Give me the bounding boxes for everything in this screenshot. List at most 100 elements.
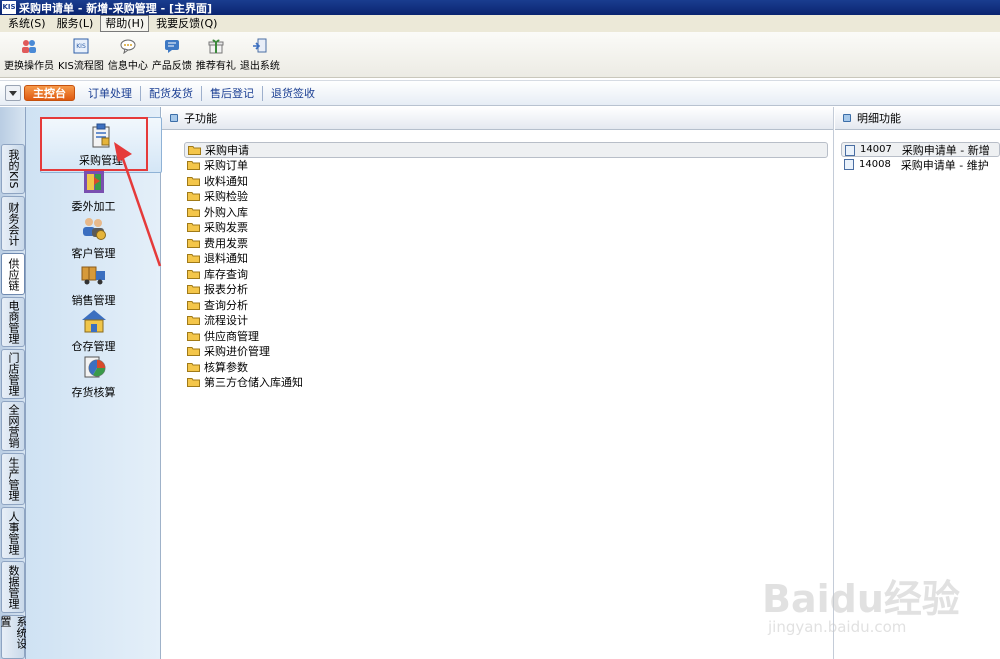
folder-icon — [187, 316, 200, 326]
folder-icon — [187, 207, 200, 217]
subfunction-label: 采购进价管理 — [204, 345, 270, 359]
vtab-label: 人事管理 — [7, 511, 20, 555]
module-panel: 采购管理 委外加工 客户管理 销售管理 仓存管理 存货核算 — [26, 107, 162, 659]
vtab-label: 门店管理 — [7, 352, 20, 396]
subfunction-label: 采购发票 — [204, 221, 248, 235]
exit-system-button[interactable]: 退出系统 — [240, 38, 280, 72]
subfunction-item[interactable]: 收料通知 — [184, 173, 828, 189]
vtab-store[interactable]: 门店管理 — [1, 349, 25, 399]
vtab-label: 全网营销 — [7, 404, 20, 448]
module-outsourcing[interactable]: 委外加工 — [26, 167, 161, 214]
detail-function-panel: 明细功能 14007 采购申请单 - 新增 14008 采购申请单 - 维护 — [835, 107, 1000, 659]
nav-dropdown-button[interactable] — [5, 85, 21, 101]
subfunction-item[interactable]: 报表分析 — [184, 282, 828, 298]
subfunction-title: 子功能 — [184, 112, 217, 125]
subfunction-item[interactable]: 采购订单 — [184, 158, 828, 174]
folder-icon — [187, 362, 200, 372]
document-icon — [844, 159, 854, 170]
folder-icon — [187, 238, 200, 248]
subfunction-item[interactable]: 库存查询 — [184, 266, 828, 282]
tab-after-sales[interactable]: 售后登记 — [202, 85, 263, 101]
vertical-tab-bar: 我的KIS 财务会计 供应链 电商管理 门店管理 全网营销 生产管理 人事管理 … — [0, 107, 28, 659]
vtab-settings[interactable]: 系统设置 — [0, 615, 28, 659]
toolbar-label: 更换操作员 — [4, 61, 54, 72]
vtab-production[interactable]: 生产管理 — [1, 453, 25, 505]
detail-item[interactable]: 14007 采购申请单 - 新增 — [841, 142, 1000, 157]
subfunction-item[interactable]: 供应商管理 — [184, 328, 828, 344]
info-center-button[interactable]: 信息中心 — [108, 38, 148, 72]
product-feedback-button[interactable]: 产品反馈 — [152, 38, 192, 72]
subfunction-label: 采购检验 — [204, 190, 248, 204]
folder-icon — [187, 254, 200, 264]
tab-return-signoff[interactable]: 退货签收 — [263, 86, 323, 101]
recommend-gift-button[interactable]: 推荐有礼 — [196, 38, 236, 72]
subfunction-item[interactable]: 退料通知 — [184, 251, 828, 267]
vtab-label: 供应链 — [7, 257, 20, 291]
subfunction-item[interactable]: 第三方仓储入库通知 — [184, 375, 828, 391]
detail-item[interactable]: 14008 采购申请单 - 维护 — [841, 157, 1000, 172]
module-warehouse-management[interactable]: 仓存管理 — [26, 307, 161, 354]
module-sales-management[interactable]: 销售管理 — [26, 261, 161, 308]
kis-logo-icon: KIS — [2, 1, 16, 14]
subfunction-item[interactable]: 费用发票 — [184, 235, 828, 251]
subfunction-item[interactable]: 查询分析 — [184, 297, 828, 313]
menu-system[interactable]: 系统(S) — [4, 16, 50, 31]
module-label: 客户管理 — [71, 247, 116, 260]
subfunction-item[interactable]: 采购检验 — [184, 189, 828, 205]
chevron-down-icon — [9, 90, 17, 96]
subfunction-label: 采购申请 — [205, 143, 249, 157]
subfunction-item[interactable]: 核算参数 — [184, 359, 828, 375]
vtab-hr[interactable]: 人事管理 — [1, 507, 25, 559]
subfunction-item[interactable]: 采购申请 — [184, 142, 828, 158]
vtab-ecommerce[interactable]: 电商管理 — [1, 297, 25, 347]
vtab-data[interactable]: 数据管理 — [1, 561, 25, 613]
vtab-label: 电商管理 — [7, 300, 20, 344]
subfunction-item[interactable]: 外购入库 — [184, 204, 828, 220]
tab-order-processing[interactable]: 订单处理 — [80, 85, 141, 101]
menu-service[interactable]: 服务(L) — [53, 16, 98, 31]
document-icon — [845, 145, 855, 156]
warehouse-icon — [81, 310, 106, 333]
detail-code: 14008 — [859, 159, 891, 170]
toolbar-label: 推荐有礼 — [195, 61, 236, 72]
subfunction-label: 费用发票 — [204, 236, 248, 250]
module-customer-management[interactable]: 客户管理 — [26, 214, 161, 261]
change-operator-button[interactable]: 更换操作员 — [4, 38, 54, 72]
toolbar-label: 产品反馈 — [151, 61, 192, 72]
folder-icon — [187, 331, 200, 341]
folder-icon — [187, 176, 200, 186]
vtab-my-kis[interactable]: 我的KIS — [1, 144, 25, 194]
vtab-label: 生产管理 — [7, 457, 20, 501]
vtab-finance[interactable]: 财务会计 — [1, 196, 25, 251]
flowchart-icon: KIS — [73, 38, 89, 54]
module-inventory-accounting[interactable]: 存货核算 — [26, 353, 161, 400]
detail-name: 采购申请单 - 新增 — [901, 143, 990, 157]
subfunction-item[interactable]: 流程设计 — [184, 313, 828, 329]
tab-home-console[interactable]: 主控台 — [24, 85, 75, 101]
vtab-marketing[interactable]: 全网营销 — [1, 401, 25, 451]
title-bar: KIS 采购申请单 - 新增-采购管理 - [主界面] — [0, 0, 1000, 15]
exit-icon — [252, 38, 267, 53]
tab-distribution-shipping[interactable]: 配货发货 — [141, 85, 202, 101]
toolbar-label: KIS流程图 — [58, 61, 104, 72]
panel-bullet-icon — [170, 114, 178, 122]
subfunction-label: 采购订单 — [204, 159, 248, 173]
flowchart-button[interactable]: KIS KIS流程图 — [58, 38, 104, 72]
nav-tabs-row: 主控台 订单处理 配货发货 售后登记 退货签收 — [0, 80, 1000, 106]
menu-feedback[interactable]: 我要反馈(Q) — [152, 16, 221, 31]
vtab-supply-chain[interactable]: 供应链 — [1, 253, 25, 295]
vtab-label: 我的KIS — [7, 149, 20, 189]
subfunction-item[interactable]: 采购发票 — [184, 220, 828, 236]
vtab-label: 系统设置 — [0, 616, 28, 649]
detail-list: 14007 采购申请单 - 新增 14008 采购申请单 - 维护 — [841, 142, 1000, 172]
module-purchase-management[interactable]: 采购管理 — [40, 117, 162, 173]
info-center-icon — [120, 39, 136, 54]
purchase-management-icon — [92, 123, 110, 148]
subfunction-label: 查询分析 — [204, 298, 248, 312]
subfunction-item[interactable]: 采购进价管理 — [184, 344, 828, 360]
outsourcing-icon — [83, 171, 104, 193]
window-title: 采购申请单 - 新增-采购管理 - [主界面] — [19, 1, 213, 15]
folder-icon — [187, 347, 200, 357]
folder-icon — [188, 145, 201, 155]
menu-help[interactable]: 帮助(H) — [100, 15, 150, 32]
